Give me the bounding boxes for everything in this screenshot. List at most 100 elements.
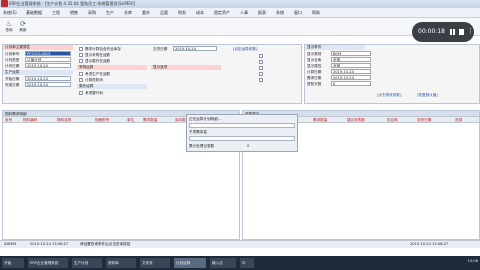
menu-outsource[interactable]: 委外	[142, 10, 150, 16]
progress-count: 0	[247, 144, 250, 148]
menu-bar: 系统(S) 基础数据 工程 销售 采购 生产 仓库 委外 品管 财务 成本 固定…	[0, 8, 480, 18]
restore-defaults-link[interactable]: [恢复默认值]	[417, 93, 438, 98]
lookup-icon: ♨	[5, 20, 13, 28]
task-erp[interactable]: ERP企业管理系统	[28, 258, 68, 268]
task-ime[interactable]: 输入法	[210, 258, 236, 268]
check-label-wip: 考虑生产在途数	[85, 72, 111, 76]
col2-supplier[interactable]: 供应商	[387, 117, 398, 123]
section-outsource: 委外运算	[77, 84, 147, 89]
progress-item-2: 子项需求量	[189, 130, 207, 134]
check-label-outsource-in-transit: 显示委外在途数	[85, 59, 111, 63]
window-title: ERP企业管理系统 - [生产计划 4.35.04 登陆员工:系统管理员(SUP…	[9, 1, 136, 6]
task-lang[interactable]: 中	[240, 258, 254, 268]
check-label-low-level-code: 计算低阶码	[85, 78, 103, 82]
form2-need-date-field[interactable]: 2019-10-24	[331, 75, 371, 80]
form2-label-attr: 显示属性	[307, 64, 322, 68]
toolbar: ♨ 查询 ⟳ 刷新	[0, 18, 480, 36]
check-substitute[interactable]	[79, 91, 83, 95]
task-calc[interactable]: 计划运算	[174, 258, 206, 268]
col2-suggest-qty[interactable]: 建议采购数	[347, 117, 365, 123]
menu-base-data[interactable]: 基础数据	[26, 10, 42, 16]
check-option-c[interactable]	[259, 66, 263, 70]
menu-warehouse[interactable]: 仓库	[124, 10, 132, 16]
field-label-end-date: 完成日期	[5, 83, 20, 87]
refresh-label: 刷新	[19, 28, 27, 32]
display-conditions-title: 显示条件	[305, 45, 365, 50]
pause-icon[interactable]	[450, 29, 455, 35]
plan-no-field[interactable]: PP2019-0001	[25, 51, 71, 56]
title-bar: ERP企业管理系统 - [生产计划 4.35.04 登陆员工:系统管理员(SUP…	[0, 0, 480, 8]
form2-label-need-date: 需求日期	[307, 76, 322, 80]
menu-quality[interactable]: 品管	[160, 10, 168, 16]
check-option-d[interactable]	[259, 72, 263, 76]
menu-hr[interactable]: 人事	[240, 10, 248, 16]
menu-cost[interactable]: 成本	[196, 10, 204, 16]
display-conditions-panel: 显示条件 显示类别 BOM 显示仓库 全部 显示属性 全部 计算日期 2019-…	[304, 44, 480, 104]
col2-demand-qty[interactable]: 需求数量	[313, 117, 327, 123]
plan-date-field[interactable]: 2019-10-24	[25, 63, 71, 68]
menu-system[interactable]: 系统(S)	[3, 10, 17, 16]
form2-attr-field[interactable]: 全部	[331, 63, 371, 68]
col-material-name[interactable]: 物料名称	[57, 117, 71, 123]
menu-window[interactable]: 窗口	[294, 10, 302, 16]
task-plan[interactable]: 生产计划	[72, 258, 102, 268]
menu-help[interactable]: 帮助	[312, 10, 320, 16]
form2-category-field[interactable]: BOM	[331, 51, 371, 56]
screen-recorder-widget: 00:00:18 ⋮	[412, 22, 474, 42]
check-option-e[interactable]	[259, 78, 263, 82]
form2-warehouse-field[interactable]: 全部	[331, 57, 371, 62]
set-params-link[interactable]: [设定运算参数]	[233, 47, 257, 52]
check-po-in-transit[interactable]	[79, 53, 83, 57]
check-wip[interactable]	[79, 72, 83, 76]
more-icon[interactable]: ⋮	[467, 27, 474, 35]
menu-production[interactable]: 生产	[106, 10, 114, 16]
delivery-date-label: 交货日期	[153, 47, 168, 51]
query-button[interactable]: ♨ 查询	[3, 20, 15, 34]
check-option-b[interactable]	[259, 60, 263, 64]
col-spec[interactable]: 规格型号	[95, 117, 109, 123]
start-button[interactable]: 开始	[2, 258, 24, 268]
field-label-plan-no: 计划单号	[5, 52, 20, 56]
app-logo-icon	[1, 0, 8, 7]
modify-params-link[interactable]: [点击修改参数]	[377, 93, 401, 98]
delivery-date-field[interactable]: 2019-10-24	[173, 46, 217, 51]
refresh-icon: ⟳	[20, 20, 26, 28]
col-seq[interactable]: 序号	[5, 117, 12, 123]
task-folder[interactable]: 文件夹	[140, 258, 170, 268]
check-outsource-in-transit[interactable]	[79, 59, 83, 63]
check-label-substitute: 考虑替代料	[85, 91, 103, 95]
progress-popup: 正在运算计划明细... 子项需求量 累计处理记录数 0	[186, 114, 298, 152]
check-label-po-in-transit: 显示采购在途数	[85, 53, 111, 57]
col-demand-qty[interactable]: 需求数量	[143, 117, 157, 123]
status-bar: ADMIN 2019-10-24 15:06:27 请设置查询条件后点击查询按钮…	[0, 240, 480, 248]
task-db[interactable]: 资料库	[106, 258, 136, 268]
form2-calc-date-field[interactable]: 2019-10-24	[331, 69, 371, 74]
stop-icon[interactable]	[459, 29, 464, 35]
status-user: ADMIN	[4, 242, 17, 246]
check-safety-stock[interactable]	[79, 47, 83, 51]
col2-select[interactable]: 选择	[455, 117, 462, 123]
recorder-time: 00:00:18	[418, 28, 445, 35]
menu-sales[interactable]: 销售	[70, 10, 78, 16]
menu-fixed-assets[interactable]: 固定资产	[214, 10, 230, 16]
form2-lead-days-field[interactable]: 0	[331, 81, 371, 86]
menu-finance[interactable]: 财务	[178, 10, 186, 16]
col-unit[interactable]: 单位	[127, 117, 134, 123]
start-date-field[interactable]: 2019-10-24	[25, 76, 71, 81]
check-option-a[interactable]	[259, 54, 263, 58]
form-section-title: 计划单主要属性	[3, 45, 73, 50]
menu-purchase[interactable]: 采购	[88, 10, 96, 16]
check-low-level-code[interactable]	[79, 78, 83, 82]
col2-arrival-date[interactable]: 到货日期	[417, 117, 431, 123]
end-date-field[interactable]: 2019-10-24	[25, 82, 71, 87]
col-material-code[interactable]: 物料编码	[23, 117, 37, 123]
form2-label-warehouse: 显示仓库	[307, 58, 322, 62]
menu-engineering[interactable]: 工程	[52, 10, 60, 16]
plan-type-field[interactable]: 订单计划	[25, 57, 71, 62]
menu-system2[interactable]: 系统	[276, 10, 284, 16]
progress-bar-1	[189, 123, 295, 128]
refresh-button[interactable]: ⟳ 刷新	[17, 20, 29, 34]
menu-reports[interactable]: 报表	[258, 10, 266, 16]
tray-clock: 15:06	[467, 259, 478, 263]
status-message: 请设置查询条件后点击查询按钮	[80, 242, 131, 246]
